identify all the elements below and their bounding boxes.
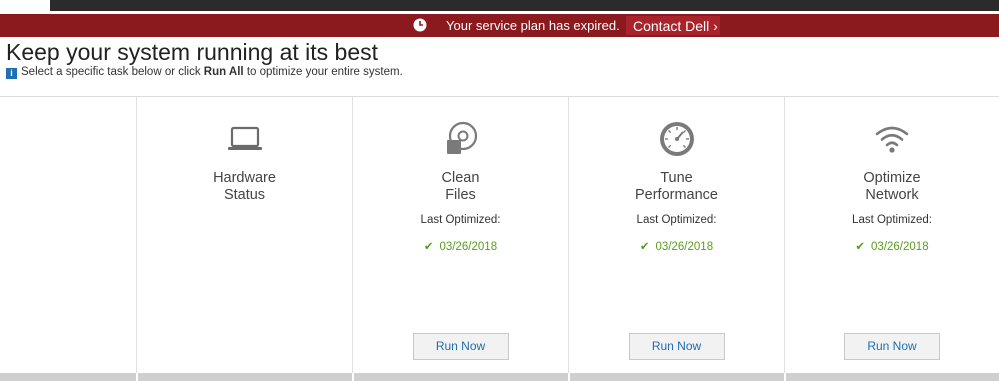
task-card-tune-performance: Tune Performance Last Optimized: ✔ 03/26/… bbox=[568, 97, 784, 373]
wifi-icon bbox=[875, 126, 909, 153]
subtitle-text-before: Select a specific task below or click bbox=[21, 66, 204, 78]
gauge-icon bbox=[659, 122, 694, 156]
task-card-hardware-status[interactable]: Hardware Status bbox=[136, 97, 352, 373]
bottom-divider bbox=[352, 373, 354, 381]
page-subtitle: i Select a specific task below or click R… bbox=[6, 66, 403, 79]
last-optimized-label: Last Optimized: bbox=[852, 214, 932, 226]
clock-icon bbox=[413, 18, 427, 32]
page-title: Keep your system running at its best bbox=[6, 39, 379, 65]
chevron-right-icon: › bbox=[713, 18, 718, 34]
empty-left-column bbox=[0, 97, 136, 373]
task-card-optimize-network: Optimize Network Last Optimized: ✔ 03/26/… bbox=[784, 97, 999, 373]
task-name-line2: Status bbox=[223, 187, 266, 203]
checkmark-icon: ✔ bbox=[423, 241, 434, 253]
task-name-line1: Optimize bbox=[863, 170, 921, 186]
run-now-button[interactable]: Run Now bbox=[844, 333, 940, 360]
run-now-button[interactable]: Run Now bbox=[628, 333, 725, 360]
run-now-button[interactable]: Run Now bbox=[412, 333, 509, 360]
contact-dell-button[interactable]: Contact Dell › bbox=[626, 16, 720, 35]
task-name-line1: Hardware bbox=[213, 170, 276, 186]
bottom-scroll-strip bbox=[0, 373, 999, 381]
task-name: Tune Performance bbox=[569, 170, 784, 204]
top-dark-strip bbox=[50, 0, 999, 11]
last-optimized-label: Last Optimized: bbox=[636, 214, 717, 226]
date-value: 03/26/2018 bbox=[655, 241, 714, 253]
last-optimized-date: ✔ 03/26/2018 bbox=[785, 239, 999, 253]
clean-files-icon bbox=[446, 121, 477, 154]
alert-message: Your service plan has expired. bbox=[446, 18, 620, 33]
top-window-bar bbox=[0, 0, 999, 12]
date-value: 03/26/2018 bbox=[871, 241, 929, 253]
task-name-line2: Performance bbox=[634, 187, 718, 203]
task-name-line2: Network bbox=[865, 187, 919, 203]
last-optimized-date: ✔ 03/26/2018 bbox=[569, 239, 784, 253]
bottom-divider bbox=[568, 373, 570, 381]
bottom-divider bbox=[136, 373, 138, 381]
task-card-clean-files: Clean Files Last Optimized: ✔ 03/26/2018 … bbox=[352, 97, 568, 373]
laptop-icon bbox=[227, 126, 262, 150]
last-optimized-date: ✔ 03/26/2018 bbox=[353, 239, 568, 253]
task-name: Clean Files bbox=[353, 170, 568, 204]
run-all-text: Run All bbox=[203, 66, 244, 78]
task-cards: Hardware Status Clean Files Last Optimiz… bbox=[0, 97, 999, 373]
date-value: 03/26/2018 bbox=[439, 241, 498, 253]
checkmark-icon: ✔ bbox=[855, 241, 866, 253]
subtitle-text-after: to optimize your entire system. bbox=[243, 66, 403, 78]
service-alert-bar: Your service plan has expired. Contact D… bbox=[0, 14, 999, 37]
info-icon: i bbox=[6, 68, 17, 79]
bottom-divider bbox=[784, 373, 786, 381]
checkmark-icon: ✔ bbox=[639, 241, 650, 253]
task-name-line1: Tune bbox=[660, 170, 693, 186]
task-name-line2: Files bbox=[445, 187, 476, 203]
task-name: Optimize Network bbox=[785, 170, 999, 204]
task-name-line1: Clean bbox=[441, 170, 480, 186]
contact-dell-label: Contact Dell bbox=[633, 18, 710, 34]
last-optimized-label: Last Optimized: bbox=[420, 214, 501, 226]
task-name: Hardware Status bbox=[137, 170, 352, 204]
